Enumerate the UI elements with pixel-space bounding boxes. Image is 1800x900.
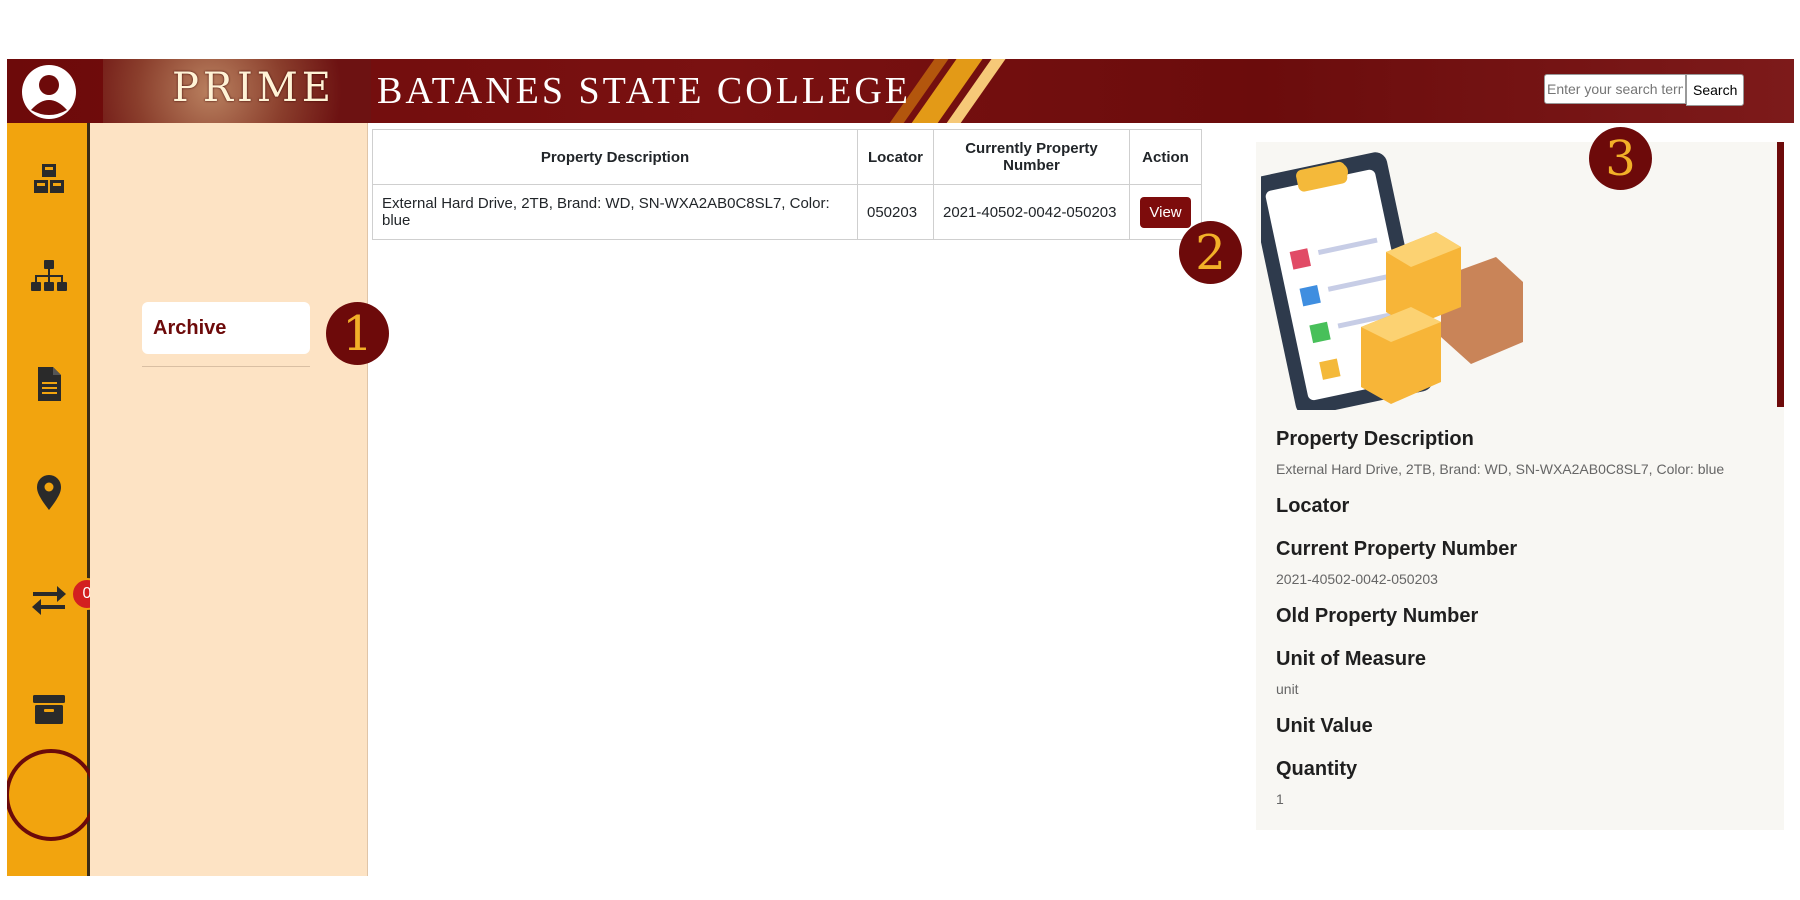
- app-window: PRIME BATANES STATE COLLEGE Search: [7, 59, 1794, 876]
- field-label: Property Description: [1276, 428, 1474, 450]
- field-current-property-number: Current Property Number 2021-40502-0042-…: [1276, 538, 1776, 587]
- column-header-action: Action: [1129, 129, 1202, 185]
- map-pin-icon: [36, 475, 61, 510]
- search-input[interactable]: [1544, 74, 1686, 104]
- sitemap-icon: [30, 260, 67, 291]
- panel-scrollbar[interactable]: [1777, 142, 1784, 407]
- field-quantity: Quantity 1: [1276, 758, 1776, 807]
- field-label: Locator: [1276, 495, 1350, 517]
- property-details-panel: Property Description External Hard Drive…: [1256, 142, 1784, 830]
- user-avatar-icon[interactable]: [21, 64, 77, 120]
- rail-item-locations[interactable]: [7, 447, 90, 537]
- column-header-property-number: Currently Property Number: [933, 129, 1130, 185]
- archive-menu-item[interactable]: Archive: [142, 302, 310, 354]
- field-unit-of-measure: Unit of Measure unit: [1276, 648, 1776, 697]
- sidebar-divider: [142, 366, 310, 367]
- field-locator: Locator: [1276, 495, 1776, 518]
- property-table: Property Description Locator Currently P…: [372, 129, 1202, 240]
- rail-item-inventory[interactable]: [7, 135, 90, 225]
- field-label: Old Property Number: [1276, 605, 1479, 627]
- cell-property-number: 2021-40502-0042-050203: [933, 184, 1130, 240]
- field-value: External Hard Drive, 2TB, Brand: WD, SN-…: [1276, 461, 1725, 477]
- field-value: 1: [1276, 791, 1284, 807]
- details-fields: Property Description External Hard Drive…: [1276, 428, 1776, 825]
- document-icon: [37, 367, 61, 401]
- field-old-property-number: Old Property Number: [1276, 605, 1776, 628]
- table-row: External Hard Drive, 2TB, Brand: WD, SN-…: [372, 184, 1202, 240]
- step-marker-2: 2: [1179, 221, 1242, 284]
- archive-sidebar: Archive: [90, 123, 368, 876]
- column-header-locator: Locator: [857, 129, 934, 185]
- highlight-circle: [7, 749, 97, 841]
- field-label: Current Property Number: [1276, 538, 1518, 560]
- table-header-row: Property Description Locator Currently P…: [372, 129, 1202, 185]
- column-header-description: Property Description: [372, 129, 858, 185]
- view-button[interactable]: View: [1140, 196, 1191, 228]
- field-label: Quantity: [1276, 758, 1358, 780]
- inventory-clipboard-illustration: [1261, 152, 1523, 410]
- college-title: BATANES STATE COLLEGE: [377, 70, 912, 112]
- field-value: unit: [1276, 681, 1299, 697]
- rail-item-documents[interactable]: [7, 339, 90, 429]
- rail-item-archive[interactable]: [7, 664, 90, 754]
- field-label: Unit of Measure: [1276, 648, 1427, 670]
- top-header: PRIME BATANES STATE COLLEGE Search: [7, 59, 1794, 123]
- search-button[interactable]: Search: [1686, 74, 1744, 106]
- field-value: 2021-40502-0042-050203: [1276, 571, 1438, 587]
- property-table-container: Property Description Locator Currently P…: [372, 129, 1202, 240]
- search-bar: Search: [1544, 74, 1744, 106]
- cubes-icon: [33, 164, 64, 193]
- cell-description: External Hard Drive, 2TB, Brand: WD, SN-…: [372, 184, 858, 240]
- step-marker-3: 3: [1589, 127, 1652, 190]
- field-unit-value: Unit Value: [1276, 715, 1776, 738]
- rail-item-organization[interactable]: [7, 231, 90, 321]
- archive-box-icon: [32, 695, 65, 724]
- app-logo-text: PRIME: [172, 65, 335, 111]
- field-property-description: Property Description External Hard Drive…: [1276, 428, 1776, 477]
- cell-locator: 050203: [857, 184, 934, 240]
- step-marker-1: 1: [326, 302, 389, 365]
- exchange-arrows-icon: [31, 586, 66, 615]
- field-label: Unit Value: [1276, 715, 1373, 737]
